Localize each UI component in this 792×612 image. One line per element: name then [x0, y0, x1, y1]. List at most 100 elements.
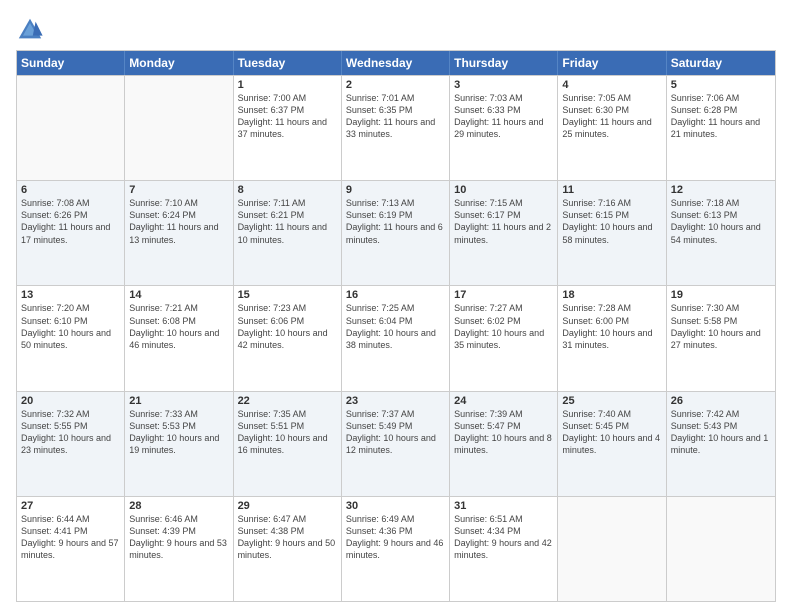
- header-saturday: Saturday: [667, 51, 775, 75]
- page: SundayMondayTuesdayWednesdayThursdayFrid…: [0, 0, 792, 612]
- day-number: 1: [238, 79, 337, 91]
- cal-cell: 27Sunrise: 6:44 AM Sunset: 4:41 PM Dayli…: [17, 497, 125, 601]
- day-number: 30: [346, 500, 445, 512]
- day-number: 10: [454, 184, 553, 196]
- day-number: 22: [238, 395, 337, 407]
- day-number: 15: [238, 289, 337, 301]
- day-number: 16: [346, 289, 445, 301]
- day-number: 19: [671, 289, 771, 301]
- cal-cell: 13Sunrise: 7:20 AM Sunset: 6:10 PM Dayli…: [17, 286, 125, 390]
- day-number: 20: [21, 395, 120, 407]
- day-number: 27: [21, 500, 120, 512]
- day-info: Sunrise: 7:10 AM Sunset: 6:24 PM Dayligh…: [129, 197, 228, 246]
- day-info: Sunrise: 7:32 AM Sunset: 5:55 PM Dayligh…: [21, 408, 120, 457]
- day-info: Sunrise: 7:39 AM Sunset: 5:47 PM Dayligh…: [454, 408, 553, 457]
- cal-cell: 20Sunrise: 7:32 AM Sunset: 5:55 PM Dayli…: [17, 392, 125, 496]
- cal-cell: [667, 497, 775, 601]
- day-number: 29: [238, 500, 337, 512]
- cal-row-0: 1Sunrise: 7:00 AM Sunset: 6:37 PM Daylig…: [17, 75, 775, 180]
- day-info: Sunrise: 7:25 AM Sunset: 6:04 PM Dayligh…: [346, 302, 445, 351]
- day-info: Sunrise: 7:03 AM Sunset: 6:33 PM Dayligh…: [454, 92, 553, 141]
- cal-cell: 4Sunrise: 7:05 AM Sunset: 6:30 PM Daylig…: [558, 76, 666, 180]
- cal-cell: 17Sunrise: 7:27 AM Sunset: 6:02 PM Dayli…: [450, 286, 558, 390]
- cal-cell: 10Sunrise: 7:15 AM Sunset: 6:17 PM Dayli…: [450, 181, 558, 285]
- day-number: 9: [346, 184, 445, 196]
- day-info: Sunrise: 6:46 AM Sunset: 4:39 PM Dayligh…: [129, 513, 228, 562]
- cal-cell: 24Sunrise: 7:39 AM Sunset: 5:47 PM Dayli…: [450, 392, 558, 496]
- cal-cell: 12Sunrise: 7:18 AM Sunset: 6:13 PM Dayli…: [667, 181, 775, 285]
- day-info: Sunrise: 7:13 AM Sunset: 6:19 PM Dayligh…: [346, 197, 445, 246]
- day-number: 6: [21, 184, 120, 196]
- cal-cell: 5Sunrise: 7:06 AM Sunset: 6:28 PM Daylig…: [667, 76, 775, 180]
- day-info: Sunrise: 7:08 AM Sunset: 6:26 PM Dayligh…: [21, 197, 120, 246]
- cal-cell: 26Sunrise: 7:42 AM Sunset: 5:43 PM Dayli…: [667, 392, 775, 496]
- cal-cell: 25Sunrise: 7:40 AM Sunset: 5:45 PM Dayli…: [558, 392, 666, 496]
- day-info: Sunrise: 7:15 AM Sunset: 6:17 PM Dayligh…: [454, 197, 553, 246]
- header-friday: Friday: [558, 51, 666, 75]
- cal-row-4: 27Sunrise: 6:44 AM Sunset: 4:41 PM Dayli…: [17, 496, 775, 601]
- cal-cell: 14Sunrise: 7:21 AM Sunset: 6:08 PM Dayli…: [125, 286, 233, 390]
- header-monday: Monday: [125, 51, 233, 75]
- day-info: Sunrise: 7:40 AM Sunset: 5:45 PM Dayligh…: [562, 408, 661, 457]
- day-info: Sunrise: 7:00 AM Sunset: 6:37 PM Dayligh…: [238, 92, 337, 141]
- day-number: 24: [454, 395, 553, 407]
- day-number: 8: [238, 184, 337, 196]
- day-number: 11: [562, 184, 661, 196]
- cal-row-1: 6Sunrise: 7:08 AM Sunset: 6:26 PM Daylig…: [17, 180, 775, 285]
- day-number: 4: [562, 79, 661, 91]
- day-info: Sunrise: 7:42 AM Sunset: 5:43 PM Dayligh…: [671, 408, 771, 457]
- day-number: 14: [129, 289, 228, 301]
- day-number: 28: [129, 500, 228, 512]
- day-number: 31: [454, 500, 553, 512]
- day-info: Sunrise: 7:27 AM Sunset: 6:02 PM Dayligh…: [454, 302, 553, 351]
- cal-row-3: 20Sunrise: 7:32 AM Sunset: 5:55 PM Dayli…: [17, 391, 775, 496]
- day-number: 17: [454, 289, 553, 301]
- day-info: Sunrise: 7:33 AM Sunset: 5:53 PM Dayligh…: [129, 408, 228, 457]
- header: [16, 16, 776, 44]
- cal-cell: [125, 76, 233, 180]
- cal-cell: 22Sunrise: 7:35 AM Sunset: 5:51 PM Dayli…: [234, 392, 342, 496]
- day-info: Sunrise: 7:01 AM Sunset: 6:35 PM Dayligh…: [346, 92, 445, 141]
- day-info: Sunrise: 7:21 AM Sunset: 6:08 PM Dayligh…: [129, 302, 228, 351]
- day-number: 12: [671, 184, 771, 196]
- cal-cell: 3Sunrise: 7:03 AM Sunset: 6:33 PM Daylig…: [450, 76, 558, 180]
- day-info: Sunrise: 7:30 AM Sunset: 5:58 PM Dayligh…: [671, 302, 771, 351]
- cal-cell: 6Sunrise: 7:08 AM Sunset: 6:26 PM Daylig…: [17, 181, 125, 285]
- day-info: Sunrise: 7:20 AM Sunset: 6:10 PM Dayligh…: [21, 302, 120, 351]
- cal-cell: [17, 76, 125, 180]
- cal-cell: 15Sunrise: 7:23 AM Sunset: 6:06 PM Dayli…: [234, 286, 342, 390]
- cal-cell: 19Sunrise: 7:30 AM Sunset: 5:58 PM Dayli…: [667, 286, 775, 390]
- calendar-header: SundayMondayTuesdayWednesdayThursdayFrid…: [17, 51, 775, 75]
- day-number: 5: [671, 79, 771, 91]
- day-number: 21: [129, 395, 228, 407]
- day-number: 25: [562, 395, 661, 407]
- cal-cell: 23Sunrise: 7:37 AM Sunset: 5:49 PM Dayli…: [342, 392, 450, 496]
- cal-cell: 21Sunrise: 7:33 AM Sunset: 5:53 PM Dayli…: [125, 392, 233, 496]
- day-info: Sunrise: 6:51 AM Sunset: 4:34 PM Dayligh…: [454, 513, 553, 562]
- day-info: Sunrise: 7:37 AM Sunset: 5:49 PM Dayligh…: [346, 408, 445, 457]
- header-tuesday: Tuesday: [234, 51, 342, 75]
- day-info: Sunrise: 7:35 AM Sunset: 5:51 PM Dayligh…: [238, 408, 337, 457]
- day-info: Sunrise: 7:06 AM Sunset: 6:28 PM Dayligh…: [671, 92, 771, 141]
- day-info: Sunrise: 7:23 AM Sunset: 6:06 PM Dayligh…: [238, 302, 337, 351]
- cal-row-2: 13Sunrise: 7:20 AM Sunset: 6:10 PM Dayli…: [17, 285, 775, 390]
- header-sunday: Sunday: [17, 51, 125, 75]
- cal-cell: 16Sunrise: 7:25 AM Sunset: 6:04 PM Dayli…: [342, 286, 450, 390]
- day-number: 13: [21, 289, 120, 301]
- day-number: 23: [346, 395, 445, 407]
- cal-cell: 11Sunrise: 7:16 AM Sunset: 6:15 PM Dayli…: [558, 181, 666, 285]
- header-thursday: Thursday: [450, 51, 558, 75]
- cal-cell: 18Sunrise: 7:28 AM Sunset: 6:00 PM Dayli…: [558, 286, 666, 390]
- logo-icon: [16, 16, 44, 44]
- day-info: Sunrise: 7:11 AM Sunset: 6:21 PM Dayligh…: [238, 197, 337, 246]
- cal-cell: 30Sunrise: 6:49 AM Sunset: 4:36 PM Dayli…: [342, 497, 450, 601]
- day-info: Sunrise: 7:18 AM Sunset: 6:13 PM Dayligh…: [671, 197, 771, 246]
- cal-cell: [558, 497, 666, 601]
- day-info: Sunrise: 6:47 AM Sunset: 4:38 PM Dayligh…: [238, 513, 337, 562]
- cal-cell: 28Sunrise: 6:46 AM Sunset: 4:39 PM Dayli…: [125, 497, 233, 601]
- cal-cell: 1Sunrise: 7:00 AM Sunset: 6:37 PM Daylig…: [234, 76, 342, 180]
- header-wednesday: Wednesday: [342, 51, 450, 75]
- day-info: Sunrise: 6:44 AM Sunset: 4:41 PM Dayligh…: [21, 513, 120, 562]
- calendar-body: 1Sunrise: 7:00 AM Sunset: 6:37 PM Daylig…: [17, 75, 775, 601]
- cal-cell: 29Sunrise: 6:47 AM Sunset: 4:38 PM Dayli…: [234, 497, 342, 601]
